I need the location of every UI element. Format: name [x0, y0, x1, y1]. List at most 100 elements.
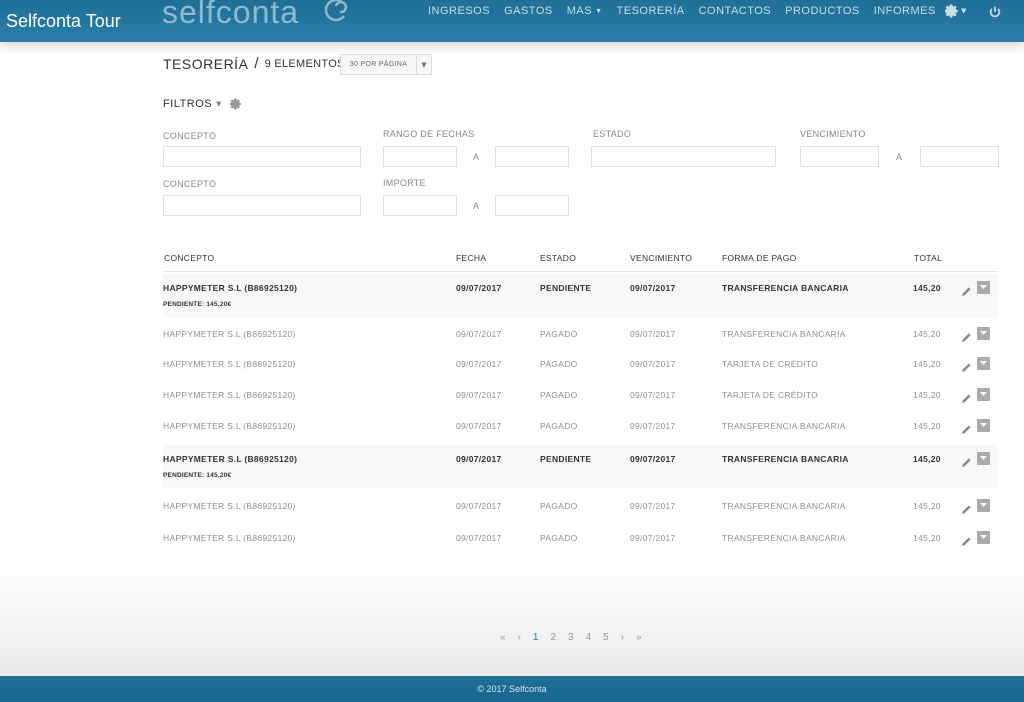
table-header-divider [163, 271, 998, 272]
vencimiento-desde-input[interactable] [800, 146, 879, 167]
cell-forma-pago: TRANSFERENCIA BANCARIA [722, 283, 849, 293]
concepto-input-2[interactable] [163, 195, 361, 216]
caret-down-icon [980, 285, 987, 289]
settings-menu[interactable]: ▼ [945, 4, 966, 18]
cell-estado: PAGADO [540, 359, 578, 369]
table-row[interactable]: HAPPYMETER S.L (B86925120) 09/07/2017 PEND… [163, 274, 998, 318]
nav-ingresos[interactable]: INGRESOS [428, 5, 490, 17]
cell-forma-pago: TRANSFERENCIA BANCARIA [722, 501, 846, 511]
cell-fecha: 09/07/2017 [456, 359, 502, 369]
per-page-select[interactable]: 30 POR PÁGINA ▼ [340, 54, 432, 75]
row-actions-button[interactable] [977, 281, 990, 294]
col-fecha[interactable]: FECHA [456, 253, 486, 263]
pencil-icon[interactable] [961, 389, 972, 408]
selfconta-logo[interactable]: selfconta [162, 0, 299, 31]
cell-fecha: 09/07/2017 [456, 329, 502, 339]
pencil-icon[interactable] [961, 358, 972, 377]
row-actions-button[interactable] [977, 531, 990, 544]
cell-vencimiento: 09/07/2017 [630, 359, 676, 369]
cell-total: 145,20 [913, 533, 941, 543]
cell-estado: PAGADO [540, 501, 578, 511]
cell-vencimiento: 09/07/2017 [630, 533, 676, 543]
page-4[interactable]: 4 [586, 632, 592, 643]
cell-fecha: 09/07/2017 [456, 283, 502, 293]
table-row[interactable]: HAPPYMETER S.L (B86925120) 09/07/2017 PAGA… [163, 320, 998, 350]
caret-down-icon [980, 331, 987, 335]
cell-total: 145,20 [913, 283, 941, 293]
next-page-icon[interactable]: › [621, 632, 624, 643]
pencil-icon[interactable] [961, 420, 972, 439]
prev-page-icon[interactable]: ‹ [518, 632, 521, 643]
vencimiento-hasta-input[interactable] [920, 146, 999, 167]
nav-mas[interactable]: MAS ▼ [567, 5, 603, 17]
table-row[interactable]: HAPPYMETER S.L (B86925120) 09/07/2017 PAGA… [163, 350, 998, 380]
last-page-icon[interactable]: » [636, 632, 642, 643]
cell-concepto: HAPPYMETER S.L (B86925120) [163, 501, 296, 511]
cell-fecha: 09/07/2017 [456, 454, 502, 464]
nav-tesoreria[interactable]: TESORERÍA [617, 5, 685, 17]
pending-amount: PENDIENTE: 145,20€ [163, 301, 232, 308]
cell-total: 145,20 [913, 454, 941, 464]
logout-button[interactable] [988, 4, 1002, 23]
estado-input[interactable] [591, 146, 776, 167]
cell-concepto: HAPPYMETER S.L (B86925120) [163, 329, 296, 339]
page-1[interactable]: 1 [533, 632, 539, 643]
pencil-icon[interactable] [961, 282, 972, 301]
table-row[interactable]: HAPPYMETER S.L (B86925120) 09/07/2017 PAGA… [163, 492, 998, 522]
caret-down-icon [980, 392, 987, 396]
concepto-input[interactable] [163, 146, 361, 167]
row-actions-button[interactable] [977, 499, 990, 512]
row-actions-button[interactable] [977, 388, 990, 401]
col-concepto[interactable]: CONCEPTO [164, 253, 214, 263]
nav-contactos[interactable]: CONTACTOS [699, 5, 772, 17]
cell-concepto: HAPPYMETER S.L (B86925120) [163, 359, 296, 369]
nav-productos[interactable]: PRODUCTOS [785, 5, 860, 17]
importe-hasta-input[interactable] [495, 195, 569, 216]
pencil-icon[interactable] [961, 532, 972, 551]
video-title-overlay: Selfconta Tour [6, 11, 121, 31]
table-row[interactable]: HAPPYMETER S.L (B86925120) 09/07/2017 PEND… [163, 445, 998, 489]
cell-vencimiento: 09/07/2017 [630, 454, 676, 464]
cell-vencimiento: 09/07/2017 [630, 501, 676, 511]
nav-informes[interactable]: INFORMES [874, 5, 936, 17]
fecha-desde-input[interactable] [383, 146, 457, 167]
filters-toggle[interactable]: FILTROS ▼ [163, 98, 242, 110]
cell-vencimiento: 09/07/2017 [630, 329, 676, 339]
table-row[interactable]: HAPPYMETER S.L (B86925120) 09/07/2017 PAGA… [163, 412, 998, 442]
col-forma-pago[interactable]: FORMA DE PAGO [722, 253, 797, 263]
row-actions-button[interactable] [977, 452, 990, 465]
concepto-label-2: CONCEPTO [163, 179, 217, 189]
first-page-icon[interactable]: « [500, 632, 506, 643]
fecha-hasta-input[interactable] [495, 146, 569, 167]
chevron-down-icon[interactable]: ▼ [416, 55, 431, 74]
table-row[interactable]: HAPPYMETER S.L (B86925120) 09/07/2017 PAGA… [163, 381, 998, 411]
col-vencimiento[interactable]: VENCIMIENTO [630, 253, 692, 263]
cell-estado: PAGADO [540, 533, 578, 543]
range-separator: A [473, 201, 480, 211]
row-actions-button[interactable] [977, 327, 990, 340]
row-actions-button[interactable] [977, 419, 990, 432]
page-5[interactable]: 5 [603, 632, 609, 643]
col-total[interactable]: TOTAL [914, 253, 942, 263]
gear-icon[interactable] [229, 98, 242, 110]
footer-copyright: © 2017 Selfconta [477, 684, 547, 694]
pencil-icon[interactable] [961, 328, 972, 347]
logo-swirl-icon [324, 0, 348, 22]
page-3[interactable]: 3 [568, 632, 574, 643]
cell-fecha: 09/07/2017 [456, 421, 502, 431]
cell-forma-pago: TRANSFERENCIA BANCARIA [722, 329, 846, 339]
page-2[interactable]: 2 [550, 632, 556, 643]
pencil-icon[interactable] [961, 500, 972, 519]
cell-total: 145,20 [913, 359, 941, 369]
cell-estado: PAGADO [540, 390, 578, 400]
table-row[interactable]: HAPPYMETER S.L (B86925120) 09/07/2017 PAGA… [163, 524, 998, 554]
pencil-icon[interactable] [961, 453, 972, 472]
cell-fecha: 09/07/2017 [456, 501, 502, 511]
importe-desde-input[interactable] [383, 195, 457, 216]
power-icon [989, 6, 1001, 18]
row-actions-button[interactable] [977, 357, 990, 370]
col-estado[interactable]: ESTADO [540, 253, 576, 263]
nav-gastos[interactable]: GASTOS [504, 5, 553, 17]
caret-down-icon: ▼ [961, 7, 967, 15]
concepto-label: CONCEPTO [163, 131, 217, 141]
